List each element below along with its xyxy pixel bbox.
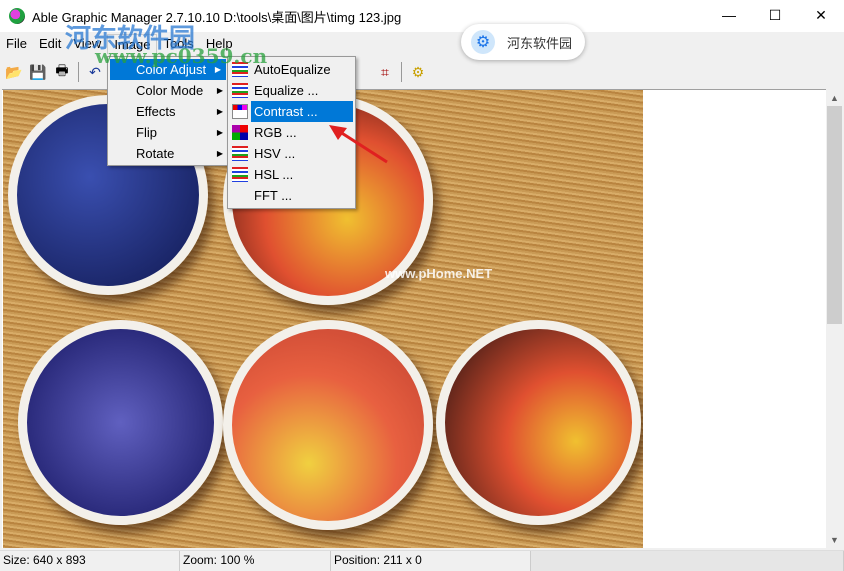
menu-item-contrast[interactable]: Contrast ...	[228, 101, 355, 122]
close-button[interactable]: ✕	[798, 0, 844, 30]
maximize-button[interactable]: ☐	[752, 0, 798, 30]
status-position: Position: 211 x 0	[331, 551, 531, 571]
rgb-icon	[232, 125, 248, 140]
arrow-line	[336, 128, 388, 164]
image-watermark: www.pHome.NET	[385, 266, 493, 281]
toolbar-separator	[78, 62, 79, 82]
menu-help[interactable]: Help	[200, 34, 239, 54]
menu-bar: File Edit View Image Tools Help	[0, 34, 239, 54]
hsv-icon	[232, 146, 248, 161]
photo-circle	[223, 320, 433, 530]
overlay-badge[interactable]: ⚙ 河东软件园	[461, 24, 585, 60]
menu-item-equalize[interactable]: Equalize ...	[228, 80, 355, 101]
menu-view[interactable]: View	[67, 34, 107, 54]
menu-item-color-adjust[interactable]: Color Adjust ▶	[110, 59, 226, 80]
menu-item-fft[interactable]: FFT ...	[228, 185, 355, 206]
menu-item-autoequalize[interactable]: AutoEqualize	[228, 59, 355, 80]
window-title: Able Graphic Manager 2.7.10.10 D:\tools\…	[32, 9, 402, 25]
status-zoom: Zoom: 100 %	[180, 551, 331, 571]
menu-item-hsl[interactable]: HSL ...	[228, 164, 355, 185]
photo-circle	[436, 320, 641, 525]
toolbar-separator	[401, 62, 402, 82]
scroll-down-icon[interactable]: ▼	[826, 531, 843, 548]
menu-tools[interactable]: Tools	[157, 34, 199, 54]
photo-circle	[18, 320, 223, 525]
hsl-icon	[232, 167, 248, 182]
save-icon[interactable]: 💾	[28, 62, 48, 82]
undo-icon[interactable]: ↶	[85, 62, 105, 82]
plugin-icon[interactable]: ⚙	[408, 62, 428, 82]
menu-item-color-mode[interactable]: Color Mode ▶	[108, 80, 228, 101]
open-folder-icon[interactable]: 📂	[4, 62, 24, 82]
menu-item-rotate[interactable]: Rotate ▶	[108, 143, 228, 164]
image-menu: Color Adjust ▶ Color Mode ▶ Effects ▶ Flip ▶…	[107, 56, 229, 166]
menu-item-effects[interactable]: Effects ▶	[108, 101, 228, 122]
print-icon[interactable]: 🖶	[52, 62, 72, 82]
equalize-icon	[232, 83, 248, 98]
app-icon	[9, 8, 25, 24]
arrow-head	[329, 125, 347, 140]
scrollbar-thumb[interactable]	[827, 106, 842, 324]
status-progress	[531, 551, 844, 571]
autoequalize-icon	[232, 62, 248, 77]
status-size: Size: 640 x 893	[0, 551, 180, 571]
overlay-badge-text: 河东软件园	[507, 35, 573, 51]
menu-image[interactable]: Image	[107, 34, 158, 54]
menu-item-flip[interactable]: Flip ▶	[108, 122, 228, 143]
menu-file[interactable]: File	[0, 34, 33, 54]
minimize-button[interactable]: —	[706, 0, 752, 30]
contrast-icon	[232, 104, 248, 119]
annotation-arrow	[329, 125, 388, 164]
gear-icon: ⚙	[471, 30, 495, 54]
vertical-scrollbar[interactable]: ▲ ▼	[826, 89, 843, 548]
scroll-up-icon[interactable]: ▲	[826, 89, 843, 106]
title-bar: Able Graphic Manager 2.7.10.10 D:\tools\…	[0, 0, 844, 32]
crop-icon[interactable]: ⌗	[375, 62, 395, 82]
status-bar: Size: 640 x 893 Zoom: 100 % Position: 21…	[0, 550, 844, 571]
menu-edit[interactable]: Edit	[33, 34, 67, 54]
